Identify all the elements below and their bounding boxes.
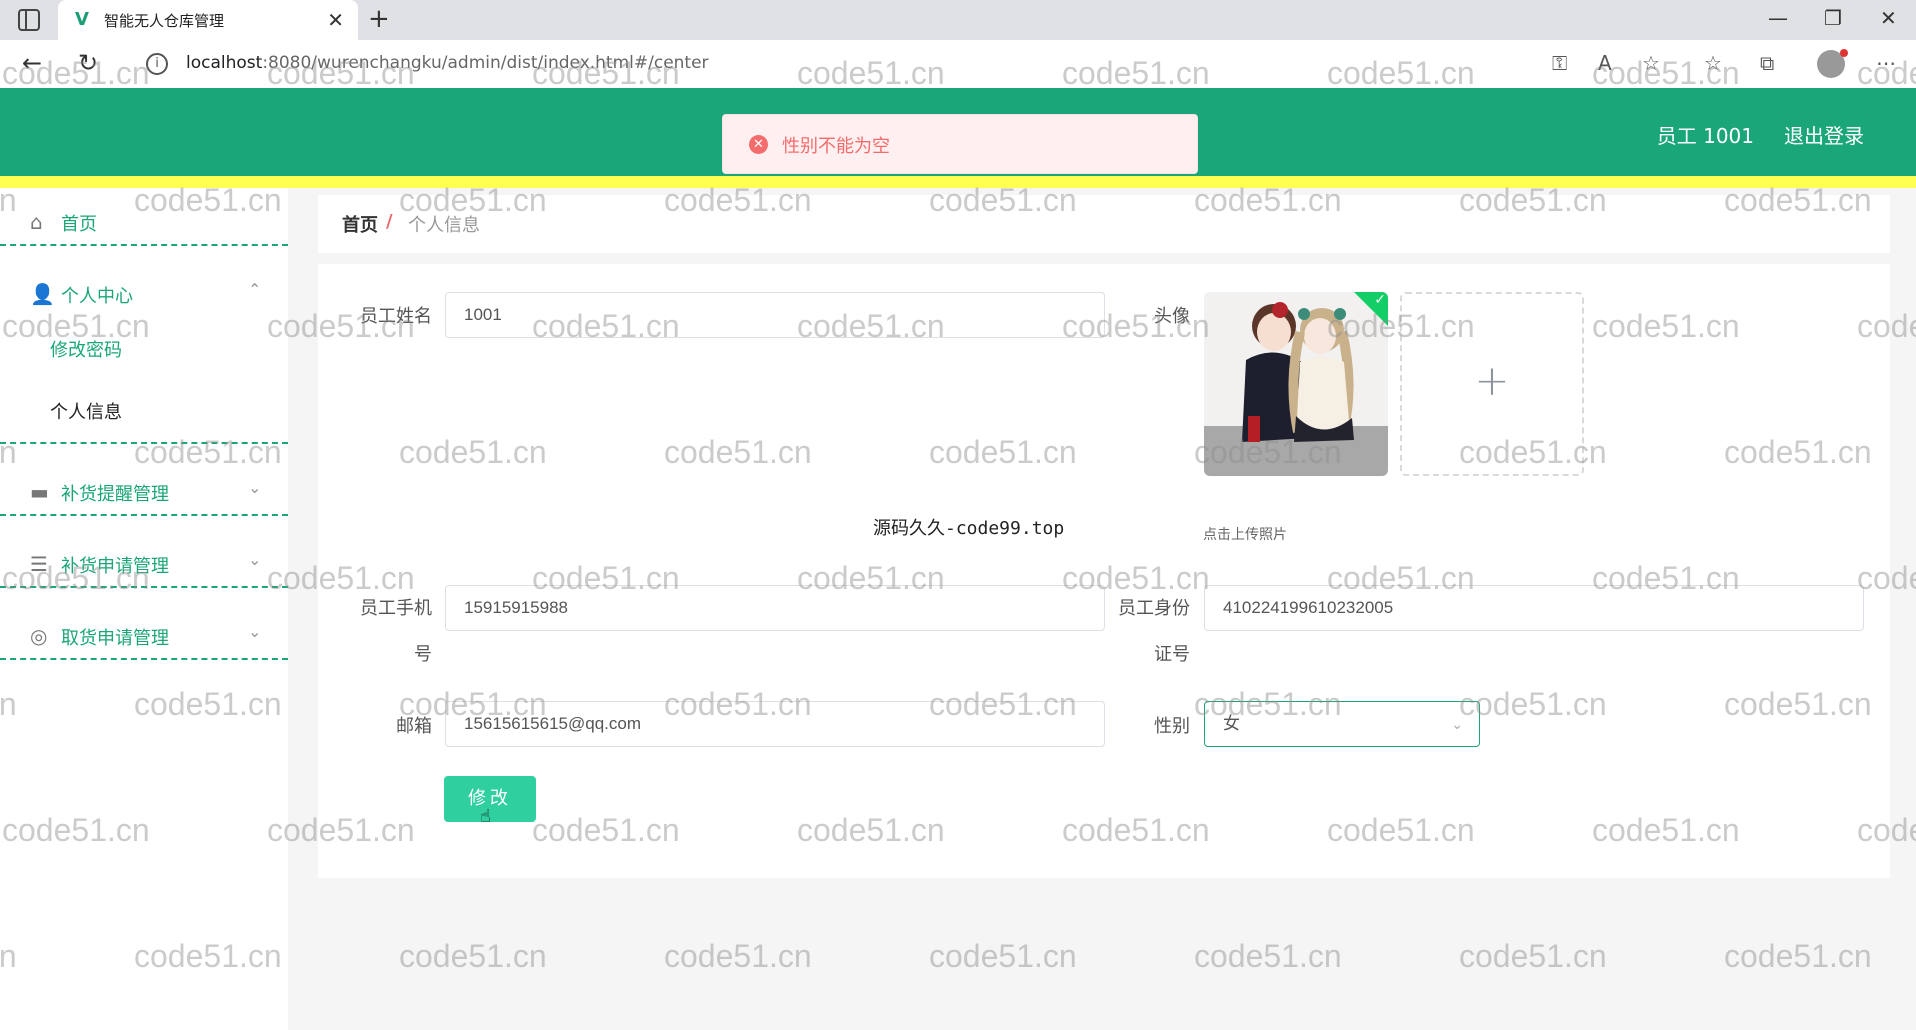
name-input[interactable]: 1001: [445, 292, 1105, 338]
header-accent-bar: [0, 176, 1916, 188]
chevron-down-icon: ⌄: [248, 622, 262, 641]
breadcrumb-current: 个人信息: [408, 215, 480, 236]
sidebar-divider: [0, 658, 288, 660]
url-host: localhost: [186, 53, 263, 73]
more-icon[interactable]: ⋯: [1876, 51, 1896, 75]
sidebar-divider: [0, 514, 288, 516]
read-aloud-icon[interactable]: A: [1598, 51, 1612, 75]
url-path: :8080/wurenchangku/admin/dist/index.html…: [262, 53, 709, 73]
sidebar-divider: [0, 244, 288, 246]
sidebar-item-label: 补货申请管理: [61, 556, 169, 577]
restore-icon[interactable]: ❐: [1824, 6, 1842, 30]
tab-actions-icon[interactable]: [18, 9, 40, 31]
sidebar-item-label: 取货申请管理: [61, 628, 169, 649]
sidebar-subitem-change-password[interactable]: 修改密码: [50, 336, 122, 362]
close-tab-icon[interactable]: ✕: [327, 8, 344, 32]
sidebar-item-label: 首页: [61, 214, 97, 235]
phone-label-line1: 员工手机: [360, 598, 432, 619]
sidebar-subitem-personal-info[interactable]: 个人信息: [50, 398, 122, 424]
chevron-up-icon: ⌃: [248, 280, 262, 299]
sidebar-item-label: 个人中心: [61, 286, 133, 307]
gender-label: 性别: [1154, 716, 1190, 737]
minimize-icon[interactable]: —: [1768, 6, 1788, 30]
sidebar-item-pickup-request[interactable]: ◎ 取货申请管理 ⌄: [0, 602, 288, 672]
home-icon: ⌂: [30, 210, 43, 234]
name-label: 员工姓名: [360, 306, 432, 327]
browser-tab[interactable]: V 智能无人仓库管理 ✕: [58, 0, 358, 40]
phone-label-line2: 号: [414, 644, 432, 665]
id-number-label-line2: 证号: [1154, 644, 1190, 665]
email-label: 邮箱: [396, 716, 432, 737]
favorite-add-icon[interactable]: ☆: [1642, 51, 1660, 75]
pointer-cursor-icon: ☝: [480, 806, 491, 827]
vue-favicon-icon: V: [75, 9, 89, 30]
email-input[interactable]: 15615615615@qq.com: [445, 701, 1105, 747]
sidebar-item-restock-request[interactable]: ☰ 补货申请管理 ⌄: [0, 530, 288, 600]
breadcrumb: 首页 / 个人信息: [318, 195, 1890, 253]
address-bar: ← ↻ i localhost:8080/wurenchangku/admin/…: [0, 40, 1916, 88]
plus-icon: +: [1474, 356, 1510, 405]
sidebar-divider: [0, 586, 288, 588]
monitor-icon: ▬: [30, 480, 49, 504]
breadcrumb-separator: /: [386, 211, 393, 232]
sidebar-item-restock-reminder[interactable]: ▬ 补货提醒管理 ⌄: [0, 458, 288, 528]
gender-selected-value: 女: [1223, 714, 1240, 733]
profile-icon[interactable]: [1817, 49, 1848, 78]
error-circle-icon: ✕: [749, 135, 768, 154]
avatar-image[interactable]: ✓: [1204, 292, 1388, 476]
sidebar-divider: [0, 442, 288, 444]
reload-icon[interactable]: ↻: [78, 49, 98, 77]
logout-link[interactable]: 退出登录: [1784, 120, 1864, 149]
upload-tip: 点击上传照片: [1203, 527, 1287, 543]
favorites-icon[interactable]: ☆: [1704, 51, 1722, 75]
collections-icon[interactable]: ⧉: [1760, 51, 1774, 75]
site-info-icon[interactable]: i: [146, 53, 168, 75]
sidebar-item-label: 补货提醒管理: [61, 484, 169, 505]
upload-avatar-box[interactable]: +: [1400, 292, 1584, 476]
tab-title: 智能无人仓库管理: [104, 12, 225, 30]
back-icon[interactable]: ←: [22, 49, 42, 77]
profile-form: [318, 264, 1890, 878]
user-icon: 👤: [30, 282, 55, 306]
sidebar: ⌂ 首页 👤 个人中心 ⌃ 修改密码 个人信息 ▬ 补货提醒管理 ⌄ ☰ 补货申…: [0, 188, 288, 1030]
compass-icon: ◎: [30, 624, 48, 648]
toast-message: 性别不能为空: [782, 136, 890, 157]
upload-success-check-icon: ✓: [1354, 292, 1388, 326]
browser-tab-bar: V 智能无人仓库管理 ✕ + — ❐ ✕: [0, 0, 1916, 40]
close-window-icon[interactable]: ✕: [1880, 6, 1897, 30]
avatar-label: 头像: [1154, 306, 1190, 327]
chevron-down-icon: ⌄: [248, 478, 262, 497]
breadcrumb-home[interactable]: 首页: [342, 211, 378, 237]
id-number-input[interactable]: 410224199610232005: [1204, 585, 1864, 631]
new-tab-icon[interactable]: +: [368, 4, 390, 34]
error-toast: ✕ 性别不能为空: [722, 114, 1198, 174]
phone-input[interactable]: 15915915988: [445, 585, 1105, 631]
id-number-label-line1: 员工身份: [1118, 598, 1190, 619]
sidebar-item-personal-center[interactable]: 👤 个人中心 ⌃: [0, 260, 288, 330]
url-field[interactable]: localhost:8080/wurenchangku/admin/dist/i…: [186, 53, 709, 73]
chevron-down-icon: ⌄: [248, 550, 262, 569]
header-username: 员工 1001: [1656, 124, 1754, 148]
chevron-down-icon: ⌄: [1451, 716, 1463, 732]
sidebar-item-home[interactable]: ⌂ 首页: [0, 188, 288, 258]
key-icon[interactable]: ⚿: [1552, 51, 1567, 75]
gender-select[interactable]: 女 ⌄: [1204, 701, 1480, 747]
list-icon: ☰: [30, 552, 48, 576]
overlay-text: 源码久久-code99.top: [873, 518, 1065, 539]
